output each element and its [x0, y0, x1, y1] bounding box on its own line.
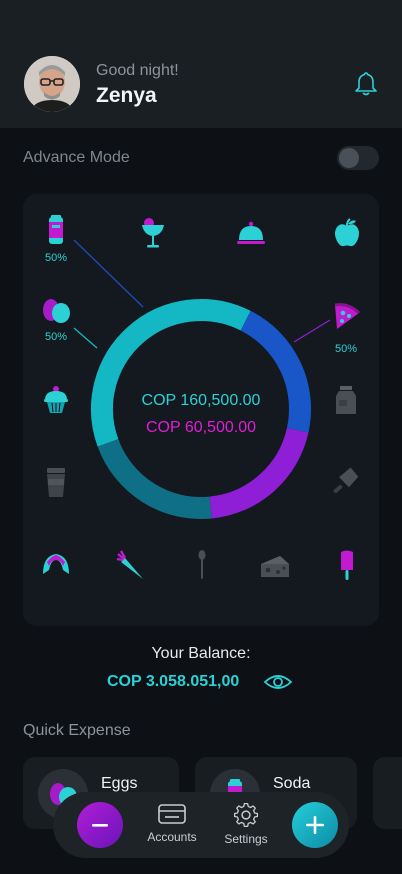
add-expense-button[interactable]: [292, 802, 338, 848]
connector-soda: [73, 239, 144, 308]
card-icon: [158, 804, 186, 824]
total-amount-secondary: COP 60,500.00: [145, 419, 256, 436]
remove-expense-button[interactable]: [77, 802, 123, 848]
balance-value: COP 3.058.051,00: [107, 673, 240, 690]
eye-icon[interactable]: [263, 671, 293, 693]
tab-settings[interactable]: Settings: [211, 802, 281, 846]
balance-label: Your Balance:: [151, 645, 251, 662]
quick-expense-title: Quick Expense: [23, 722, 131, 739]
tab-settings-label: Settings: [224, 832, 268, 846]
donut-segment[interactable]: [209, 427, 309, 519]
quick-expense-label: Soda: [273, 775, 311, 792]
quick-expense-next-card[interactable]: [373, 757, 402, 829]
donut-segment[interactable]: [97, 438, 212, 519]
donut-segment[interactable]: [240, 310, 311, 433]
gear-icon: [233, 802, 259, 828]
tab-accounts-label: Accounts: [147, 830, 197, 844]
total-amount-primary: COP 160,500.00: [141, 392, 261, 409]
tab-accounts[interactable]: Accounts: [137, 802, 207, 844]
plus-icon: [306, 816, 324, 834]
quick-expense-label: Eggs: [101, 775, 138, 792]
minus-icon: [92, 824, 108, 827]
bottom-tab-bar: Accounts Settings: [53, 792, 349, 858]
